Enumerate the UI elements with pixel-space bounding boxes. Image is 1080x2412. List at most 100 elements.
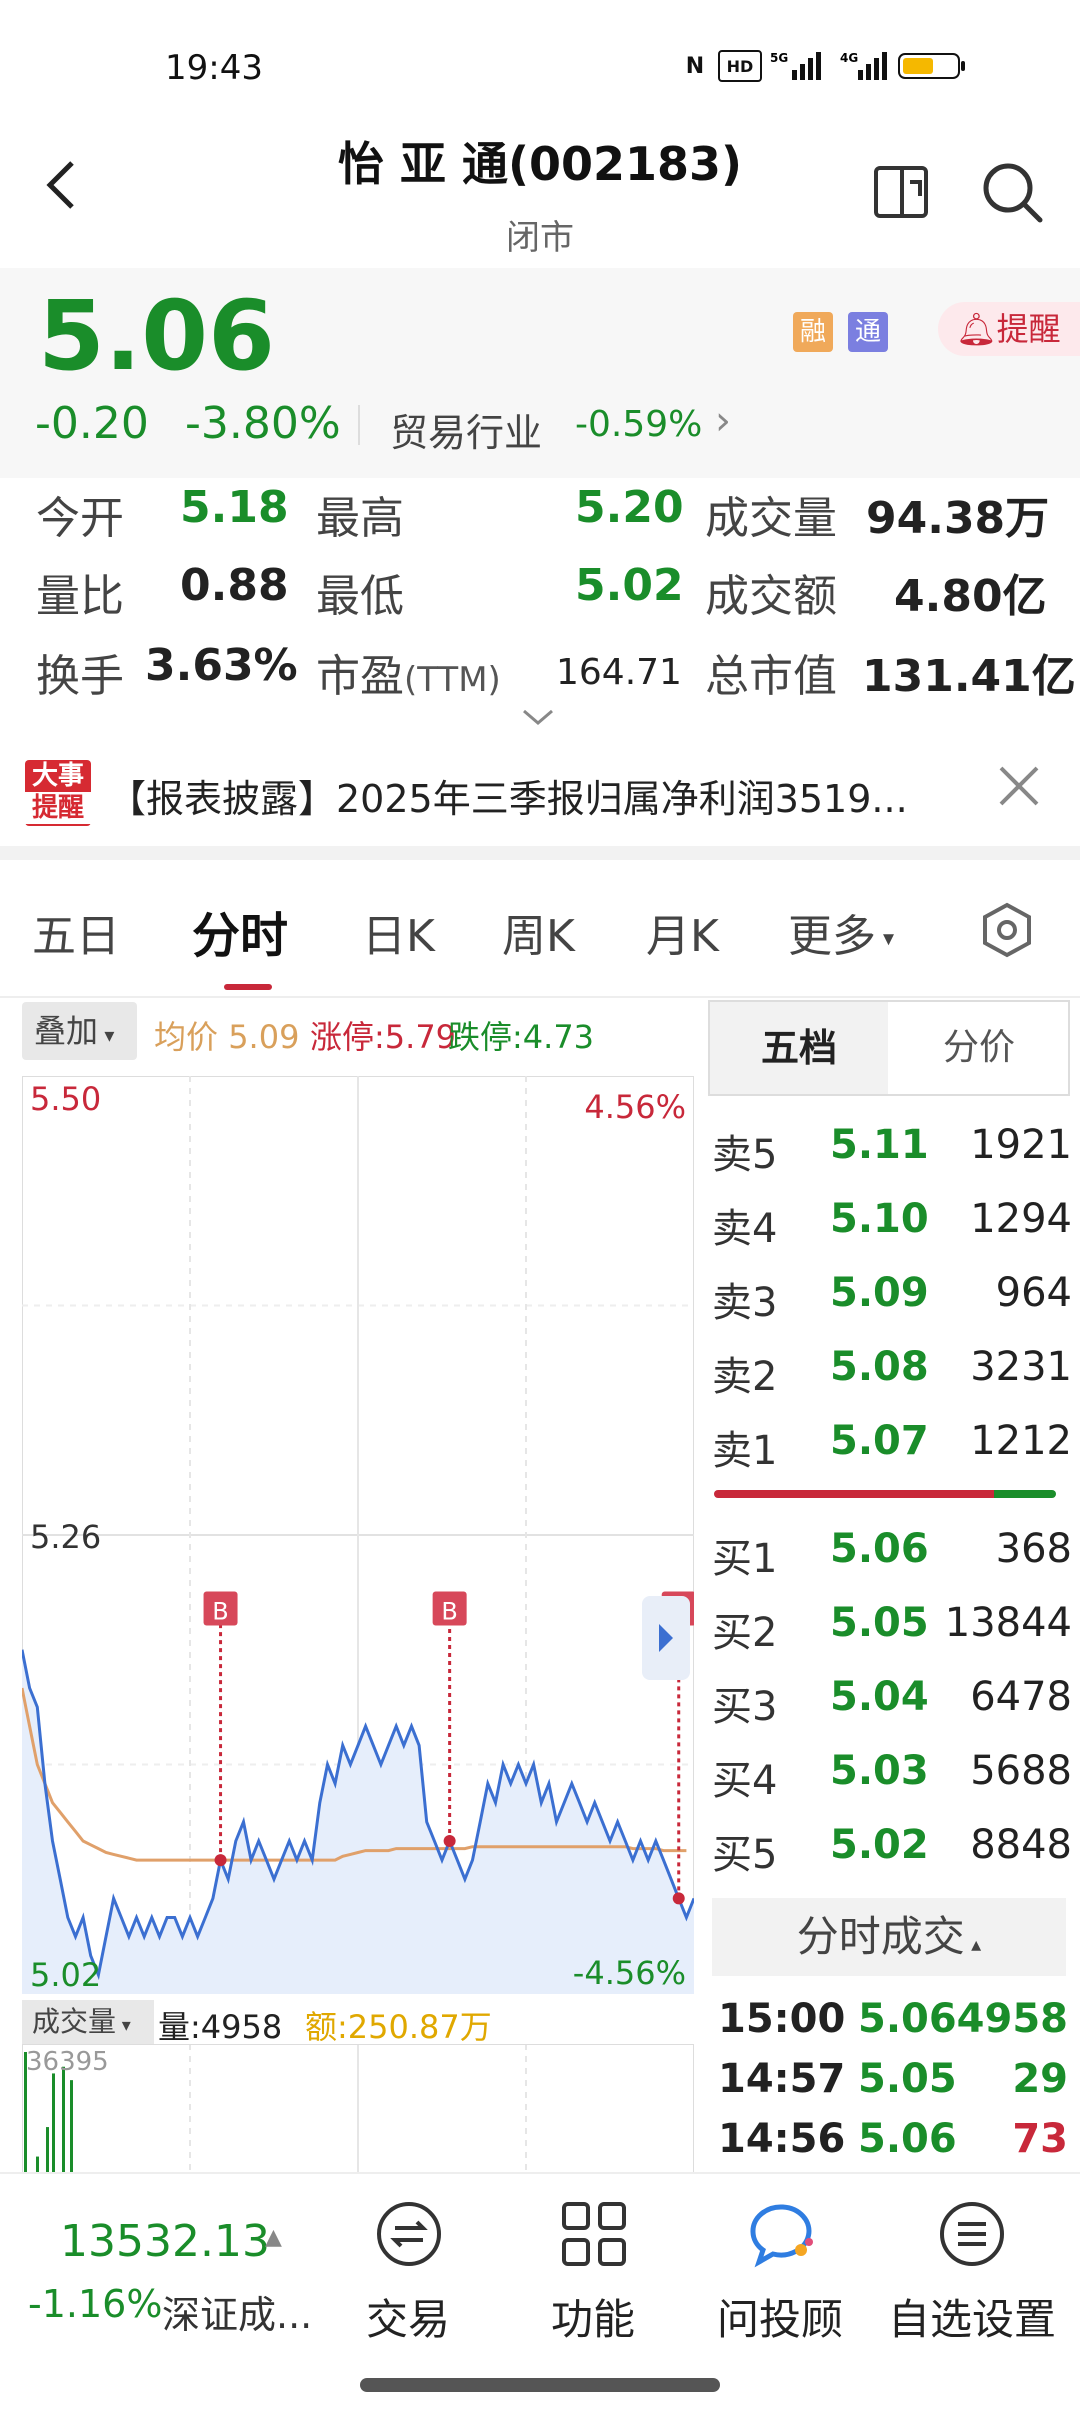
nfc-icon: N (685, 53, 705, 79)
chevron-right-icon: › (715, 398, 731, 444)
nav-functions[interactable]: 功能 (518, 2190, 668, 2344)
level-price: 5.07 (830, 1418, 929, 1464)
ask-row-1[interactable]: 卖5 5.11 1921 (712, 1108, 1072, 1182)
index-change: -1.16% (28, 2282, 163, 2326)
battery-icon (898, 50, 968, 82)
volume-label: 量:4958 (158, 2008, 283, 2046)
back-button[interactable] (40, 155, 100, 235)
level-qty: 3231 (970, 1344, 1072, 1390)
tab-price-distribution[interactable]: 分价 (890, 1002, 1068, 1094)
overlay-dropdown[interactable]: 叠加 ▾ (22, 1002, 137, 1060)
current-price: 5.06 (38, 280, 275, 392)
avg-price-label: 均价 5.09 (154, 1018, 300, 1056)
nav-watchlist-settings[interactable]: 自选设置 (882, 2190, 1062, 2344)
alert-button[interactable]: 🔔︎提醒 (938, 302, 1080, 356)
tick-price: 5.06 (858, 1996, 957, 2042)
amount-label: 成交额 (705, 571, 837, 622)
sell-ratio-bar (714, 1490, 994, 1498)
news-badge: 大事 提醒 (25, 760, 91, 826)
open-value: 5.18 (180, 482, 289, 533)
low-value: 5.02 (575, 560, 684, 611)
level-label: 买2 (712, 1610, 778, 1656)
tick-price: 5.06 (858, 2116, 957, 2162)
ratio-label: 量比 (36, 571, 124, 622)
index-value[interactable]: 13532.13 (60, 2216, 270, 2267)
ticks-header[interactable]: 分时成交 ▴ (712, 1898, 1066, 1976)
level-qty: 1921 (970, 1122, 1072, 1168)
svg-text:B: B (441, 1598, 457, 1626)
tab-five-day[interactable]: 五日 (32, 900, 120, 964)
bid-row-3[interactable]: 买3 5.04 6478 (712, 1660, 1072, 1734)
limit-down-label: 跌停:4.73 (448, 1018, 595, 1056)
bid-row-2[interactable]: 买2 5.05 13844 (712, 1586, 1072, 1660)
level-qty: 13844 (944, 1600, 1072, 1646)
tab-intraday[interactable]: 分时 (192, 896, 288, 966)
close-button[interactable] (995, 762, 1043, 823)
search-button[interactable] (978, 158, 1046, 226)
level-label: 买1 (712, 1536, 778, 1582)
tick-volume: 73 (1012, 2116, 1068, 2162)
hexagon-settings-icon (983, 902, 1031, 958)
volume-bar (70, 2080, 73, 2174)
volume-indicator-dropdown[interactable]: 成交量 ▾ (22, 2000, 154, 2044)
tick-time: 14:57 (718, 2056, 846, 2102)
ask-row-5[interactable]: 卖1 5.07 1212 (712, 1404, 1072, 1478)
level-qty: 8848 (970, 1822, 1072, 1868)
turnover-label: 换手 (36, 651, 124, 702)
level-label: 卖2 (712, 1354, 778, 1400)
close-icon (999, 766, 1039, 806)
level-label: 买5 (712, 1832, 778, 1878)
industry-link[interactable]: 贸易行业 (390, 402, 542, 457)
tab-more[interactable]: 更多 ▾ (788, 900, 894, 964)
tick-row: 14:57 5.05 29 (718, 2048, 1068, 2108)
tab-weekly-k[interactable]: 周K (502, 900, 575, 964)
tick-time: 14:56 (718, 2116, 846, 2162)
pe-value: 164.71 (556, 652, 682, 693)
ratio-value: 0.88 (180, 560, 289, 611)
bid-row-4[interactable]: 买4 5.03 5688 (712, 1734, 1072, 1808)
level-price: 5.06 (830, 1526, 929, 1572)
ask-row-4[interactable]: 卖2 5.08 3231 (712, 1330, 1072, 1404)
menu-circle-icon (940, 2202, 1004, 2266)
level-qty: 1212 (970, 1418, 1072, 1464)
search-icon (983, 163, 1043, 223)
volume-max-label: 36395 (26, 2047, 109, 2077)
volume-chart: 36395 (22, 2044, 694, 2174)
expand-chevron-icon[interactable] (520, 700, 556, 735)
exchange-icon (377, 2202, 441, 2266)
nav-advisor[interactable]: 问投顾 (705, 2190, 855, 2344)
tab-daily-k[interactable]: 日K (362, 900, 435, 964)
signal-4g-icon: 4G (840, 50, 890, 82)
level-qty: 1294 (970, 1196, 1072, 1242)
bid-row-1[interactable]: 买1 5.06 368 (712, 1512, 1072, 1586)
level-price: 5.02 (830, 1822, 929, 1868)
high-value: 5.20 (575, 482, 684, 533)
chevron-left-icon (46, 161, 74, 209)
level-qty: 5688 (970, 1748, 1072, 1794)
share-button[interactable] (870, 160, 934, 224)
bid-row-5[interactable]: 买5 5.02 8848 (712, 1808, 1072, 1882)
tab-monthly-k[interactable]: 月K (646, 900, 719, 964)
mcap-value: 131.41亿 (862, 651, 1076, 702)
tick-time: 15:00 (718, 1996, 846, 2042)
news-text[interactable]: 【报表披露】2025年三季报归属净利润3519... (108, 768, 958, 823)
amount-value: 4.80亿 (894, 571, 1047, 622)
market-status: 闭市 (506, 218, 574, 258)
tick-volume: 29 (1012, 2056, 1068, 2102)
volume-bar (52, 2073, 55, 2174)
level-price: 5.04 (830, 1674, 929, 1720)
page-title: 怡 亚 通(002183) (337, 137, 743, 191)
level-label: 买3 (712, 1684, 778, 1730)
ask-row-3[interactable]: 卖3 5.09 964 (712, 1256, 1072, 1330)
y-bottom-label: 5.02 (30, 1956, 101, 1994)
volume-bar (62, 2066, 65, 2174)
nav-trade[interactable]: 交易 (333, 2190, 483, 2344)
ask-row-2[interactable]: 卖4 5.10 1294 (712, 1182, 1072, 1256)
tab-five-levels[interactable]: 五档 (710, 1002, 888, 1094)
chart-settings-button[interactable] (982, 902, 1032, 958)
intraday-price-chart[interactable]: BBB 5.50 5.26 5.02 4.56% -4.56% (22, 1076, 694, 1994)
home-indicator[interactable] (360, 2378, 720, 2392)
pct-top-label: 4.56% (584, 1088, 686, 1126)
volume-value: 94.38万 (866, 493, 1050, 544)
industry-change: -0.59% (575, 404, 703, 445)
